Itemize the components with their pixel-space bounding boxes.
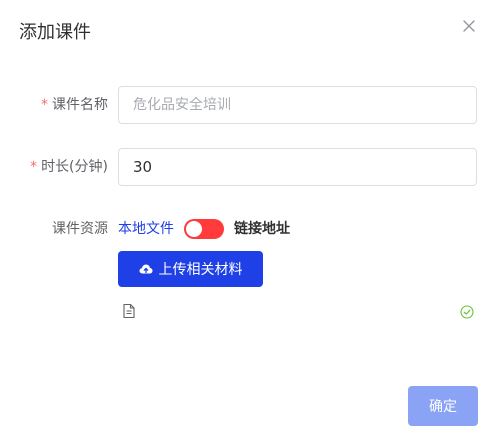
resource-label-text: 课件资源 [52,221,108,237]
course-name-label-text: 课件名称 [52,97,108,113]
required-mark: * [30,159,38,175]
check-circle-icon [460,304,474,319]
local-file-option[interactable]: 本地文件 [118,219,174,239]
confirm-button[interactable]: 确定 [408,386,478,426]
close-icon[interactable] [460,17,478,35]
uploaded-file-item[interactable] [118,300,476,322]
link-address-option[interactable]: 链接地址 [234,219,290,239]
upload-button-label: 上传相关材料 [158,262,243,278]
dialog-title: 添加课件 [19,22,91,43]
upload-materials-button[interactable]: 上传相关材料 [118,251,263,287]
document-icon [122,303,136,319]
resource-label: 课件资源 [52,219,108,239]
duration-input[interactable] [118,148,477,186]
switch-knob [186,221,202,237]
cloud-upload-icon [139,263,153,275]
duration-label-text: 时长(分钟) [41,159,108,175]
resource-type-switch[interactable] [184,219,224,239]
add-courseware-dialog: 添加课件 *课件名称 *时长(分钟) 课件资源 本地文件 链接地址 上传相关材料 [0,0,496,443]
course-name-input[interactable] [118,86,477,124]
duration-label: * 时长(分钟) [30,157,108,177]
required-mark: * [41,97,48,113]
course-name-label: * 课件名称 [41,95,108,115]
